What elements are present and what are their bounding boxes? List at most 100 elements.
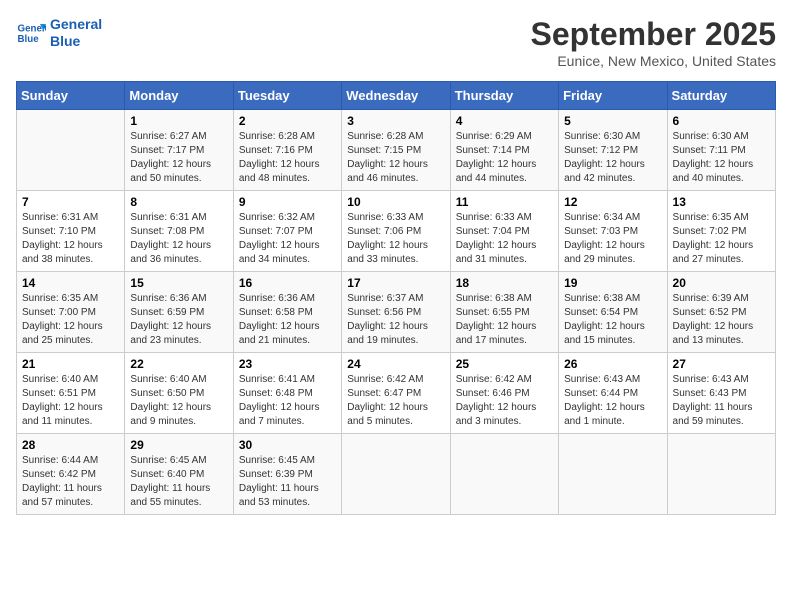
logo: General Blue General Blue xyxy=(16,16,102,50)
day-info: Sunrise: 6:34 AM Sunset: 7:03 PM Dayligh… xyxy=(564,211,661,267)
day-info: Sunrise: 6:45 AM Sunset: 6:39 PM Dayligh… xyxy=(239,454,336,510)
calendar-table: SundayMondayTuesdayWednesdayThursdayFrid… xyxy=(16,81,776,515)
day-number: 19 xyxy=(564,276,661,290)
calendar-cell: 20 Sunrise: 6:39 AM Sunset: 6:52 PM Dayli… xyxy=(667,272,775,353)
calendar-cell: 5 Sunrise: 6:30 AM Sunset: 7:12 PM Daylig… xyxy=(559,110,667,191)
svg-text:Blue: Blue xyxy=(18,34,40,45)
calendar-cell: 4Sunrise: 6:29 AM Sunset: 7:14 PM Daylig… xyxy=(450,110,558,191)
logo-text-line1: General xyxy=(50,16,102,32)
day-info: Sunrise: 6:33 AM Sunset: 7:06 PM Dayligh… xyxy=(347,211,444,267)
week-row-3: 21 Sunrise: 6:40 AM Sunset: 6:51 PM Dayli… xyxy=(17,353,776,434)
header-day-friday: Friday xyxy=(559,82,667,110)
day-info: Sunrise: 6:40 AM Sunset: 6:51 PM Dayligh… xyxy=(22,373,119,429)
day-number: 2 xyxy=(239,114,336,128)
day-number: 22 xyxy=(130,357,227,371)
day-info: Sunrise: 6:28 AM Sunset: 7:15 PM Dayligh… xyxy=(347,130,444,186)
month-title: September 2025 xyxy=(531,16,776,53)
header-day-monday: Monday xyxy=(125,82,233,110)
day-info: Sunrise: 6:30 AM Sunset: 7:11 PM Dayligh… xyxy=(673,130,770,186)
logo-text-line2: Blue xyxy=(50,33,102,50)
day-info: Sunrise: 6:43 AM Sunset: 6:43 PM Dayligh… xyxy=(673,373,770,429)
header-day-wednesday: Wednesday xyxy=(342,82,450,110)
week-row-1: 7Sunrise: 6:31 AM Sunset: 7:10 PM Daylig… xyxy=(17,191,776,272)
calendar-cell: 14 Sunrise: 6:35 AM Sunset: 7:00 PM Dayli… xyxy=(17,272,125,353)
day-number: 27 xyxy=(673,357,770,371)
day-info: Sunrise: 6:35 AM Sunset: 7:02 PM Dayligh… xyxy=(673,211,770,267)
week-row-0: 1 Sunrise: 6:27 AM Sunset: 7:17 PM Daylig… xyxy=(17,110,776,191)
calendar-cell: 8Sunrise: 6:31 AM Sunset: 7:08 PM Daylig… xyxy=(125,191,233,272)
day-info: Sunrise: 6:37 AM Sunset: 6:56 PM Dayligh… xyxy=(347,292,444,348)
calendar-cell: 1 Sunrise: 6:27 AM Sunset: 7:17 PM Daylig… xyxy=(125,110,233,191)
day-number: 8 xyxy=(130,195,227,209)
calendar-cell: 30Sunrise: 6:45 AM Sunset: 6:39 PM Dayli… xyxy=(233,434,341,515)
day-number: 25 xyxy=(456,357,553,371)
day-number: 21 xyxy=(22,357,119,371)
calendar-cell: 11Sunrise: 6:33 AM Sunset: 7:04 PM Dayli… xyxy=(450,191,558,272)
day-number: 4 xyxy=(456,114,553,128)
calendar-cell: 13Sunrise: 6:35 AM Sunset: 7:02 PM Dayli… xyxy=(667,191,775,272)
day-number: 20 xyxy=(673,276,770,290)
day-info: Sunrise: 6:42 AM Sunset: 6:46 PM Dayligh… xyxy=(456,373,553,429)
day-number: 10 xyxy=(347,195,444,209)
calendar-cell: 26 Sunrise: 6:43 AM Sunset: 6:44 PM Dayli… xyxy=(559,353,667,434)
day-info: Sunrise: 6:35 AM Sunset: 7:00 PM Dayligh… xyxy=(22,292,119,348)
day-number: 6 xyxy=(673,114,770,128)
day-number: 14 xyxy=(22,276,119,290)
day-info: Sunrise: 6:44 AM Sunset: 6:42 PM Dayligh… xyxy=(22,454,119,510)
calendar-cell: 19 Sunrise: 6:38 AM Sunset: 6:54 PM Dayli… xyxy=(559,272,667,353)
day-number: 28 xyxy=(22,438,119,452)
location-subtitle: Eunice, New Mexico, United States xyxy=(531,53,776,69)
day-number: 29 xyxy=(130,438,227,452)
calendar-header: SundayMondayTuesdayWednesdayThursdayFrid… xyxy=(17,82,776,110)
day-number: 7 xyxy=(22,195,119,209)
day-info: Sunrise: 6:36 AM Sunset: 6:58 PM Dayligh… xyxy=(239,292,336,348)
header-row: SundayMondayTuesdayWednesdayThursdayFrid… xyxy=(17,82,776,110)
calendar-cell xyxy=(342,434,450,515)
page-header: General Blue General Blue September 2025… xyxy=(16,16,776,69)
calendar-cell: 7Sunrise: 6:31 AM Sunset: 7:10 PM Daylig… xyxy=(17,191,125,272)
calendar-cell xyxy=(450,434,558,515)
calendar-cell: 9Sunrise: 6:32 AM Sunset: 7:07 PM Daylig… xyxy=(233,191,341,272)
calendar-cell: 12 Sunrise: 6:34 AM Sunset: 7:03 PM Dayli… xyxy=(559,191,667,272)
day-number: 5 xyxy=(564,114,661,128)
logo-icon: General Blue xyxy=(16,18,46,48)
day-info: Sunrise: 6:38 AM Sunset: 6:55 PM Dayligh… xyxy=(456,292,553,348)
calendar-cell: 27 Sunrise: 6:43 AM Sunset: 6:43 PM Dayli… xyxy=(667,353,775,434)
day-number: 11 xyxy=(456,195,553,209)
day-info: Sunrise: 6:27 AM Sunset: 7:17 PM Dayligh… xyxy=(130,130,227,186)
calendar-cell: 23Sunrise: 6:41 AM Sunset: 6:48 PM Dayli… xyxy=(233,353,341,434)
day-number: 15 xyxy=(130,276,227,290)
calendar-cell: 24 Sunrise: 6:42 AM Sunset: 6:47 PM Dayli… xyxy=(342,353,450,434)
calendar-cell: 3Sunrise: 6:28 AM Sunset: 7:15 PM Daylig… xyxy=(342,110,450,191)
header-day-tuesday: Tuesday xyxy=(233,82,341,110)
calendar-cell: 28 Sunrise: 6:44 AM Sunset: 6:42 PM Dayli… xyxy=(17,434,125,515)
title-section: September 2025 Eunice, New Mexico, Unite… xyxy=(531,16,776,69)
calendar-cell: 16Sunrise: 6:36 AM Sunset: 6:58 PM Dayli… xyxy=(233,272,341,353)
day-info: Sunrise: 6:36 AM Sunset: 6:59 PM Dayligh… xyxy=(130,292,227,348)
day-number: 26 xyxy=(564,357,661,371)
day-info: Sunrise: 6:30 AM Sunset: 7:12 PM Dayligh… xyxy=(564,130,661,186)
day-info: Sunrise: 6:39 AM Sunset: 6:52 PM Dayligh… xyxy=(673,292,770,348)
day-number: 24 xyxy=(347,357,444,371)
calendar-cell: 25 Sunrise: 6:42 AM Sunset: 6:46 PM Dayli… xyxy=(450,353,558,434)
day-number: 12 xyxy=(564,195,661,209)
day-number: 17 xyxy=(347,276,444,290)
calendar-cell: 6 Sunrise: 6:30 AM Sunset: 7:11 PM Daylig… xyxy=(667,110,775,191)
day-info: Sunrise: 6:32 AM Sunset: 7:07 PM Dayligh… xyxy=(239,211,336,267)
day-info: Sunrise: 6:38 AM Sunset: 6:54 PM Dayligh… xyxy=(564,292,661,348)
day-number: 1 xyxy=(130,114,227,128)
header-day-sunday: Sunday xyxy=(17,82,125,110)
header-day-thursday: Thursday xyxy=(450,82,558,110)
day-info: Sunrise: 6:45 AM Sunset: 6:40 PM Dayligh… xyxy=(130,454,227,510)
day-info: Sunrise: 6:42 AM Sunset: 6:47 PM Dayligh… xyxy=(347,373,444,429)
week-row-2: 14 Sunrise: 6:35 AM Sunset: 7:00 PM Dayli… xyxy=(17,272,776,353)
calendar-cell xyxy=(17,110,125,191)
calendar-cell: 21 Sunrise: 6:40 AM Sunset: 6:51 PM Dayli… xyxy=(17,353,125,434)
calendar-cell: 2Sunrise: 6:28 AM Sunset: 7:16 PM Daylig… xyxy=(233,110,341,191)
day-info: Sunrise: 6:40 AM Sunset: 6:50 PM Dayligh… xyxy=(130,373,227,429)
day-info: Sunrise: 6:43 AM Sunset: 6:44 PM Dayligh… xyxy=(564,373,661,429)
day-info: Sunrise: 6:41 AM Sunset: 6:48 PM Dayligh… xyxy=(239,373,336,429)
week-row-4: 28 Sunrise: 6:44 AM Sunset: 6:42 PM Dayli… xyxy=(17,434,776,515)
calendar-cell: 15 Sunrise: 6:36 AM Sunset: 6:59 PM Dayli… xyxy=(125,272,233,353)
calendar-cell xyxy=(559,434,667,515)
